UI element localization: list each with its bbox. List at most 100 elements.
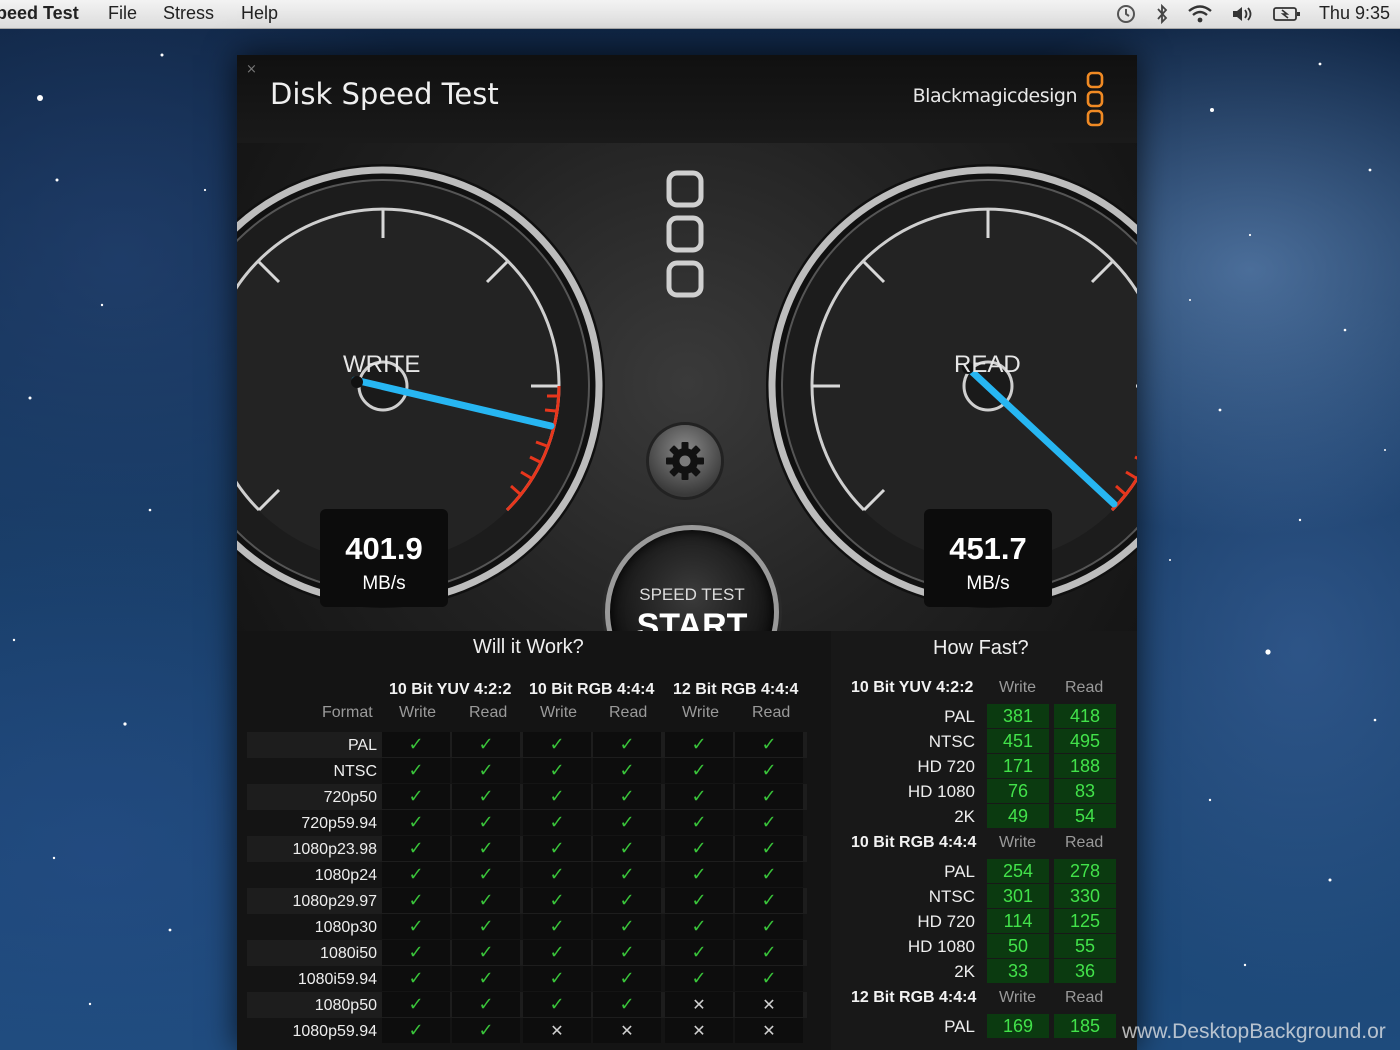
- format-label: 1080p24: [314, 867, 377, 884]
- format-label: 1080p29.97: [292, 893, 377, 910]
- group-header-rgb444-12: 12 Bit RGB 4:4:4: [673, 681, 799, 698]
- how-fast-write-header: Write: [999, 834, 1037, 851]
- col-write-3: Write: [682, 704, 720, 721]
- format-label: 1080p50: [314, 997, 377, 1014]
- how-fast-section-header: 10 Bit YUV 4:2:2: [851, 679, 974, 696]
- read-fps-value: 36: [1054, 959, 1116, 983]
- format-label: 1080p30: [314, 919, 377, 936]
- table-row: 1080p59.94 ✓ ✓ ✕ ✕ ✕ ✕: [247, 1018, 807, 1044]
- how-fast-format-label: HD 1080: [907, 937, 975, 956]
- read-fps-value: 188: [1054, 754, 1116, 778]
- how-fast-format-label: 2K: [954, 807, 975, 826]
- col-read-3: Read: [752, 704, 791, 721]
- write-gauge-label: WRITE: [343, 351, 421, 378]
- check-icon: ✓: [452, 914, 520, 939]
- check-icon: ✓: [523, 992, 591, 1017]
- write-speed-unit: MB/s: [362, 573, 406, 594]
- how-fast-row: 2K 49 54: [831, 804, 1137, 829]
- write-fps-value: 254: [987, 859, 1049, 883]
- how-fast-section-header: 10 Bit RGB 4:4:4: [851, 834, 977, 851]
- volume-icon[interactable]: [1231, 4, 1255, 24]
- settings-gear-button[interactable]: [649, 425, 721, 497]
- how-fast-row: HD 1080 76 83: [831, 779, 1137, 804]
- menu-file[interactable]: File: [108, 3, 137, 24]
- check-icon: ✓: [665, 732, 733, 757]
- bluetooth-icon[interactable]: [1155, 3, 1169, 24]
- check-icon: ✓: [593, 862, 661, 887]
- check-icon: ✓: [593, 966, 661, 991]
- check-icon: ✓: [593, 836, 661, 861]
- table-row: 1080p23.98 ✓ ✓ ✓ ✓ ✓ ✓: [247, 836, 807, 862]
- wifi-icon[interactable]: [1187, 4, 1213, 24]
- check-icon: ✓: [735, 966, 803, 991]
- check-icon: ✓: [665, 810, 733, 835]
- write-readout: 401.9 MB/s: [320, 509, 448, 607]
- how-fast-row: HD 720 114 125: [831, 909, 1137, 934]
- read-speed-value: 451.7: [949, 531, 1027, 566]
- check-icon: ✓: [382, 784, 450, 809]
- check-icon: ✓: [452, 862, 520, 887]
- write-fps-value: 114: [987, 909, 1049, 933]
- close-icon[interactable]: ×: [246, 62, 257, 77]
- write-fps-value: 171: [987, 754, 1049, 778]
- menu-help[interactable]: Help: [241, 3, 278, 24]
- cross-icon: ✕: [665, 1018, 733, 1043]
- check-icon: ✓: [735, 862, 803, 887]
- check-icon: ✓: [665, 966, 733, 991]
- check-icon: ✓: [735, 914, 803, 939]
- format-label: 1080i59.94: [297, 971, 377, 988]
- menu-clock[interactable]: Thu 9:35: [1319, 3, 1390, 24]
- read-fps-value: 125: [1054, 909, 1116, 933]
- brand-name: Blackmagicdesign: [912, 85, 1078, 107]
- format-label: 1080p23.98: [292, 841, 377, 858]
- format-label: NTSC: [333, 763, 377, 780]
- read-fps-value: 278: [1054, 859, 1116, 883]
- how-fast-read-header: Read: [1065, 989, 1104, 1006]
- check-icon: ✓: [523, 810, 591, 835]
- how-fast-read-header: Read: [1065, 834, 1104, 851]
- format-label: 1080p59.94: [292, 1023, 377, 1040]
- write-fps-value: 169: [987, 1014, 1049, 1038]
- check-icon: ✓: [665, 758, 733, 783]
- check-icon: ✓: [665, 862, 733, 887]
- read-fps-value: 185: [1054, 1014, 1116, 1038]
- menu-bar: peed Test File Stress Help Thu 9:35: [0, 0, 1400, 29]
- how-fast-format-label: 2K: [954, 962, 975, 981]
- how-fast-row: NTSC 451 495: [831, 729, 1137, 754]
- check-icon: ✓: [593, 732, 661, 757]
- how-fast-row: 2K 33 36: [831, 959, 1137, 984]
- check-icon: ✓: [735, 732, 803, 757]
- menu-stress[interactable]: Stress: [163, 3, 214, 24]
- check-icon: ✓: [382, 732, 450, 757]
- cross-icon: ✕: [665, 992, 733, 1017]
- table-row: 1080i59.94 ✓ ✓ ✓ ✓ ✓ ✓: [247, 966, 807, 992]
- cross-icon: ✕: [735, 1018, 803, 1043]
- table-row: 1080p50 ✓ ✓ ✓ ✓ ✕ ✕: [247, 992, 807, 1018]
- how-fast-title: How Fast?: [933, 637, 1029, 659]
- check-icon: ✓: [382, 940, 450, 965]
- how-fast-format-label: HD 720: [917, 757, 975, 776]
- check-icon: ✓: [665, 888, 733, 913]
- how-fast-format-label: NTSC: [928, 732, 975, 751]
- table-row: 1080p30 ✓ ✓ ✓ ✓ ✓ ✓: [247, 914, 807, 940]
- how-fast-row: NTSC 301 330: [831, 884, 1137, 909]
- how-fast-format-label: HD 720: [917, 912, 975, 931]
- how-fast-row: PAL 254 278: [831, 859, 1137, 884]
- check-icon: ✓: [523, 758, 591, 783]
- check-icon: ✓: [382, 914, 450, 939]
- menu-app-name[interactable]: peed Test: [0, 3, 79, 24]
- center-logo-icon: [666, 170, 704, 298]
- check-icon: ✓: [665, 784, 733, 809]
- col-write-2: Write: [540, 704, 578, 721]
- how-fast-row: HD 1080 50 55: [831, 934, 1137, 959]
- check-icon: ✓: [593, 940, 661, 965]
- time-machine-icon[interactable]: [1115, 4, 1137, 24]
- group-header-rgb444-10: 10 Bit RGB 4:4:4: [529, 681, 655, 698]
- battery-icon[interactable]: [1273, 4, 1301, 24]
- results-panel: Will it Work? 10 Bit YUV 4:2:2 10 Bit RG…: [237, 631, 1137, 1050]
- check-icon: ✓: [382, 1018, 450, 1043]
- format-label: 720p59.94: [301, 815, 377, 832]
- write-speed-value: 401.9: [345, 531, 423, 566]
- write-fps-value: 50: [987, 934, 1049, 958]
- blackmagic-logo-icon: [1086, 71, 1104, 127]
